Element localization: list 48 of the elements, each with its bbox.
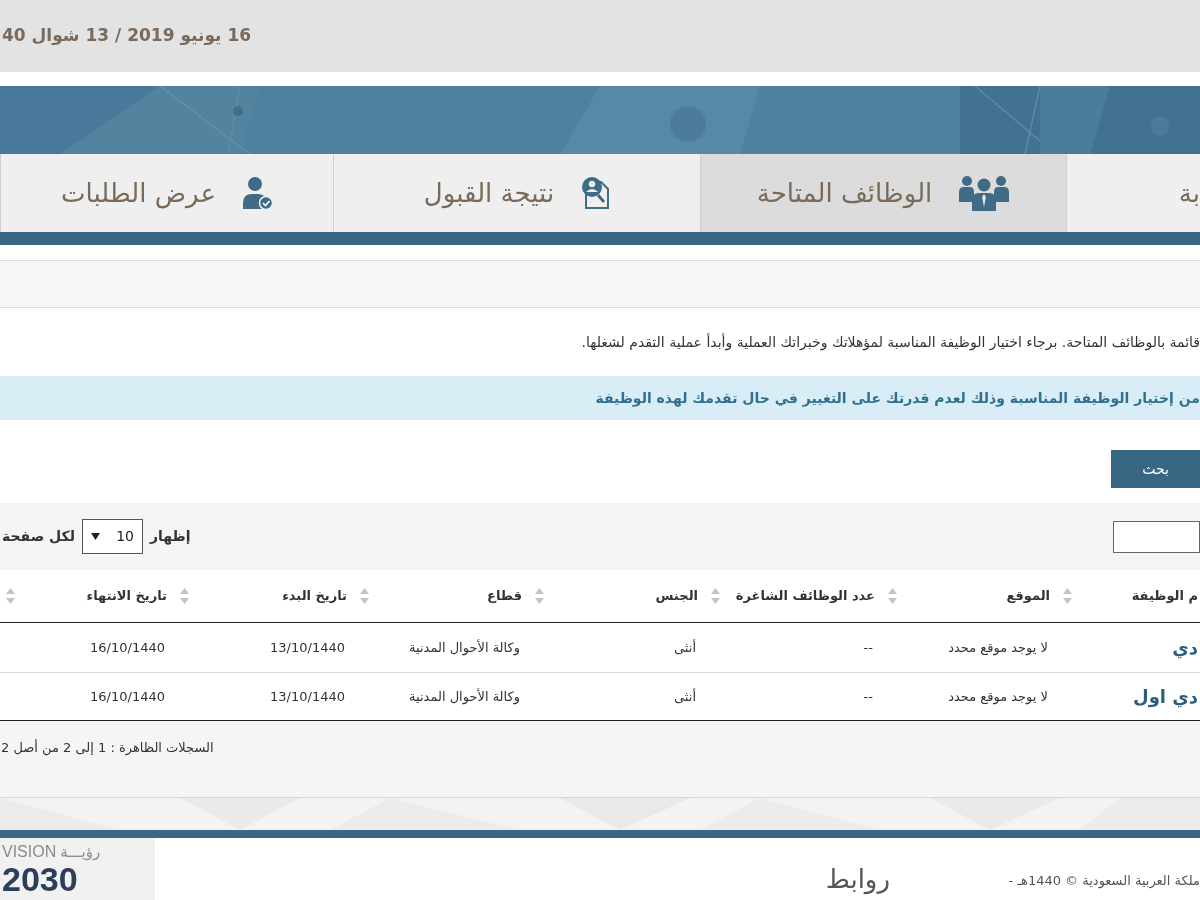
sort-icon[interactable] (360, 587, 369, 604)
copyright-text: ملكة العربية السعودية © 1440هـ - (1008, 872, 1200, 891)
column-header[interactable]: قطاع (487, 586, 522, 606)
table-cell: 13/10/1440 (270, 689, 345, 704)
page-length-label: إظهار (149, 527, 191, 547)
tab[interactable]: بة (1066, 154, 1200, 232)
tab[interactable]: الوظائف المتاحة (700, 154, 1066, 232)
column-header[interactable]: تاريخ البدء (282, 586, 347, 606)
table-cell: أنثى (674, 689, 696, 704)
search-button[interactable]: بحث (1111, 450, 1200, 488)
sort-icon[interactable] (711, 587, 720, 604)
people-group-icon (958, 175, 1011, 211)
table-cell: وكالة الأحوال المدنية (409, 640, 520, 655)
info-alert: من إختيار الوظيفة المناسبة وذلك لعدم قدرتك على التغيير في حال تقدمك لهذه الوظيفة (0, 376, 1200, 420)
sort-icon[interactable] (535, 587, 544, 604)
column-header[interactable]: تاريخ الانتهاء (86, 586, 167, 606)
logo-year-text: 2030 (2, 861, 78, 896)
table-cell: أنثى (674, 640, 696, 655)
user-check-icon (241, 176, 273, 210)
sort-icon[interactable] (5, 587, 15, 604)
table-cell: 16/10/1440 (90, 640, 165, 655)
job-title-link[interactable]: دي اول (1133, 685, 1198, 707)
table-cell: لا يوجد موقع محدد (948, 689, 1048, 704)
sort-icon[interactable] (1063, 587, 1072, 604)
document-person-icon (580, 176, 611, 210)
caret-icon (90, 533, 100, 540)
logo-text: VISION (2, 841, 57, 862)
column-header[interactable]: الجنس (655, 586, 698, 606)
page-length-suffix: لكل صفحة (2, 527, 75, 546)
job-title-link[interactable]: دي (1172, 636, 1198, 658)
column-header[interactable]: م الوظيفة (1131, 586, 1198, 606)
column-header[interactable]: عدد الوظائف الشاغرة (735, 586, 875, 606)
table-cell: 16/10/1440 (90, 689, 165, 704)
date-text: 16 يونيو 2019 / 13 شوال 40 (2, 24, 252, 48)
table-info-text: السجلات الظاهرة : 1 إلى 2 من أصل 2 (1, 738, 214, 757)
intro-text: قائمة بالوظائف المتاحة. برجاء اختيار الوظيفة المناسبة لمؤهلاتك وخبراتك العملية وأبدأ عملية التقدم لشغلها. (581, 332, 1200, 353)
table-cell: وكالة الأحوال المدنية (409, 689, 520, 704)
column-header[interactable]: الموقع (1006, 586, 1050, 606)
table-cell: لا يوجد موقع محدد (948, 640, 1048, 655)
logo-text: رؤيـــة (60, 841, 101, 862)
table-cell: 13/10/1440 (270, 640, 345, 655)
search-field[interactable] (1113, 520, 1200, 553)
sort-icon[interactable] (888, 587, 897, 604)
table-cell: -- (863, 640, 873, 655)
table-cell: -- (863, 689, 873, 704)
links-heading: روابط (825, 862, 890, 897)
page-length-select[interactable]: 10 (81, 519, 143, 554)
sort-icon[interactable] (180, 587, 189, 604)
